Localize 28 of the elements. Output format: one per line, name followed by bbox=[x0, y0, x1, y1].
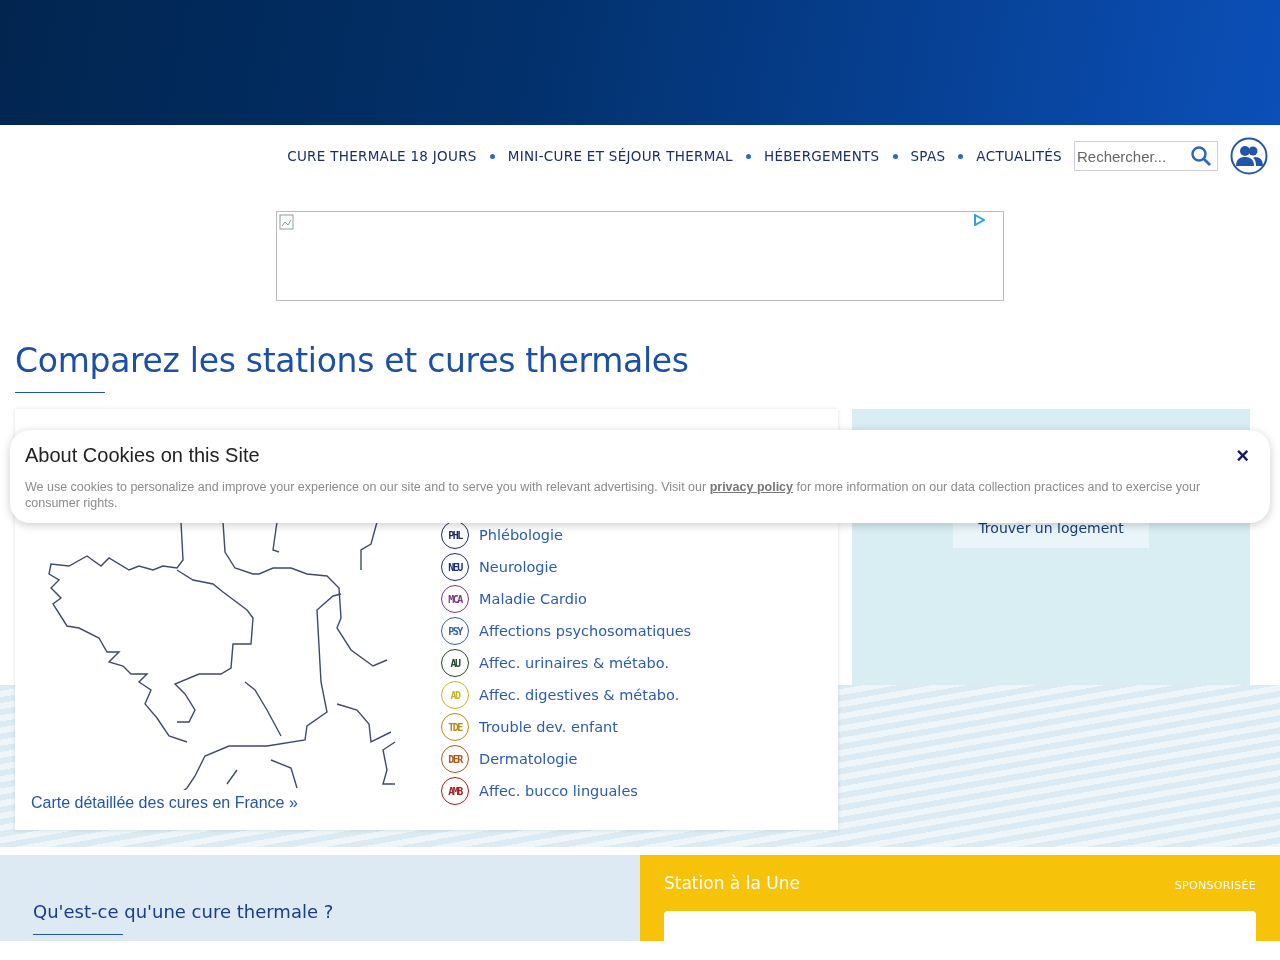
nav-link[interactable]: HÉBERGEMENTS bbox=[761, 148, 882, 164]
account-icon[interactable] bbox=[1230, 137, 1268, 175]
cookie-text: We use cookies to personalize and improve your experience on our site and to serve you with relevant advertising. Visit our privacy policy for more information on our data collection practices and to exercise your consumer rights. bbox=[25, 479, 1202, 511]
nav-link[interactable]: CURE THERMALE 18 JOURS bbox=[285, 148, 479, 164]
play-icon[interactable] bbox=[973, 214, 985, 226]
cookie-title: About Cookies on this Site bbox=[25, 444, 260, 467]
specialty-link[interactable]: Trouble dev. enfant bbox=[479, 719, 618, 735]
specialty-link[interactable]: Affections psychosomatiques bbox=[479, 623, 692, 639]
specialty-link[interactable]: Affec. bucco linguales bbox=[479, 783, 638, 799]
specialty-link[interactable]: Affec. urinaires & métabo. bbox=[479, 655, 669, 671]
specialty-link[interactable]: Phlébologie bbox=[479, 527, 563, 543]
privacy-policy-link[interactable]: privacy policy bbox=[709, 480, 793, 494]
nav-link[interactable]: SPAS bbox=[908, 148, 948, 164]
map-link[interactable]: Carte détaillée des cures en France » bbox=[31, 794, 435, 812]
broken-image-icon bbox=[279, 214, 295, 230]
search-icon[interactable] bbox=[1190, 145, 1212, 167]
section-heading: Qu'est-ce qu'une cure thermale ? bbox=[33, 901, 335, 922]
page-title: Comparez les stations et cures thermales bbox=[15, 341, 690, 380]
nav-link[interactable]: ACTUALITÉS bbox=[974, 148, 1064, 164]
specialty-link[interactable]: Affec. digestives & métabo. bbox=[479, 687, 680, 703]
specialty-link[interactable]: Neurologie bbox=[479, 559, 558, 575]
sponsored-label: SPONSORISÉE bbox=[1174, 879, 1256, 892]
specialty-link[interactable]: Dermatologie bbox=[479, 751, 578, 767]
close-button[interactable]: × bbox=[1230, 444, 1255, 467]
search-field[interactable]: Rechercher... bbox=[1074, 141, 1218, 171]
featured-heading: Station à la Une bbox=[664, 873, 800, 893]
specialty-link[interactable]: Maladie Cardio bbox=[479, 591, 587, 607]
nav-link[interactable]: MINI-CURE ET SÉJOUR THERMAL bbox=[505, 148, 735, 164]
